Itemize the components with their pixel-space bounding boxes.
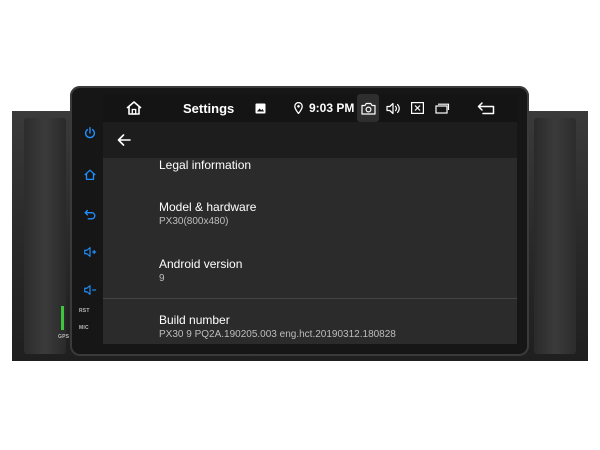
- gps-label: GPS: [58, 334, 70, 340]
- status-bar: Settings 9:03 PM: [103, 94, 517, 122]
- status-home-button[interactable]: [123, 94, 145, 122]
- home-icon: [126, 101, 142, 115]
- rst-label: RST: [79, 308, 90, 314]
- status-bar-clock: 9:03 PM: [309, 101, 355, 115]
- side-back-button[interactable]: [78, 203, 102, 225]
- close-app-button[interactable]: [408, 94, 426, 122]
- recent-apps-button[interactable]: [433, 94, 451, 122]
- dashboard-left-panel: [24, 118, 66, 354]
- volume-down-icon: [84, 285, 97, 295]
- list-item-subtitle: 9: [159, 273, 165, 284]
- list-item-subtitle: PX30(800x480): [159, 216, 229, 227]
- list-item-model-hardware[interactable]: Model & hardware PX30(800x480): [103, 192, 517, 236]
- app-bar: [103, 122, 517, 158]
- gps-indicator-led: [61, 306, 64, 330]
- volume-button[interactable]: [384, 94, 404, 122]
- list-item-title: Legal information: [159, 158, 252, 172]
- arrow-left-icon: [117, 134, 131, 146]
- volume-up-button[interactable]: [78, 241, 102, 263]
- list-item-title: Android version: [159, 257, 243, 271]
- list-item-title: Build number: [159, 313, 230, 327]
- volume-down-button[interactable]: [78, 279, 102, 301]
- list-item-title: Model & hardware: [159, 200, 257, 214]
- close-box-icon: [410, 102, 424, 114]
- list-item-android-version[interactable]: Android version 9: [103, 248, 517, 292]
- status-back-button[interactable]: [473, 94, 499, 122]
- side-home-button[interactable]: [78, 164, 102, 186]
- camera-icon: [360, 102, 376, 115]
- screenshot-button[interactable]: [357, 94, 379, 122]
- mic-label: MIC: [79, 325, 89, 331]
- recent-apps-icon: [434, 103, 449, 114]
- settings-list: Legal information Model & hardware PX30(…: [103, 158, 517, 344]
- navigate-up-button[interactable]: [113, 130, 135, 150]
- image-icon: [255, 103, 265, 113]
- back-icon: [477, 102, 495, 115]
- list-item-legal[interactable]: Legal information: [103, 158, 517, 172]
- volume-icon: [386, 102, 400, 114]
- list-item-build-number[interactable]: Build number PX30 9 PQ2A.190205.003 eng.…: [103, 304, 517, 344]
- image-notification[interactable]: [253, 94, 267, 122]
- list-item-subtitle: PX30 9 PQ2A.190205.003 eng.hct.20190312.…: [159, 329, 396, 340]
- power-icon: [84, 127, 96, 139]
- status-bar-title: Settings: [183, 100, 235, 116]
- dashboard-right-panel: [534, 118, 576, 354]
- back-icon: [84, 209, 96, 220]
- location-pin-icon: [293, 102, 303, 114]
- home-icon: [84, 169, 96, 181]
- volume-up-icon: [84, 247, 97, 257]
- location-status: [292, 94, 304, 122]
- list-divider: [103, 298, 517, 299]
- power-button[interactable]: [78, 122, 102, 144]
- display-screen: Settings 9:03 PM Legal information Model…: [103, 94, 517, 344]
